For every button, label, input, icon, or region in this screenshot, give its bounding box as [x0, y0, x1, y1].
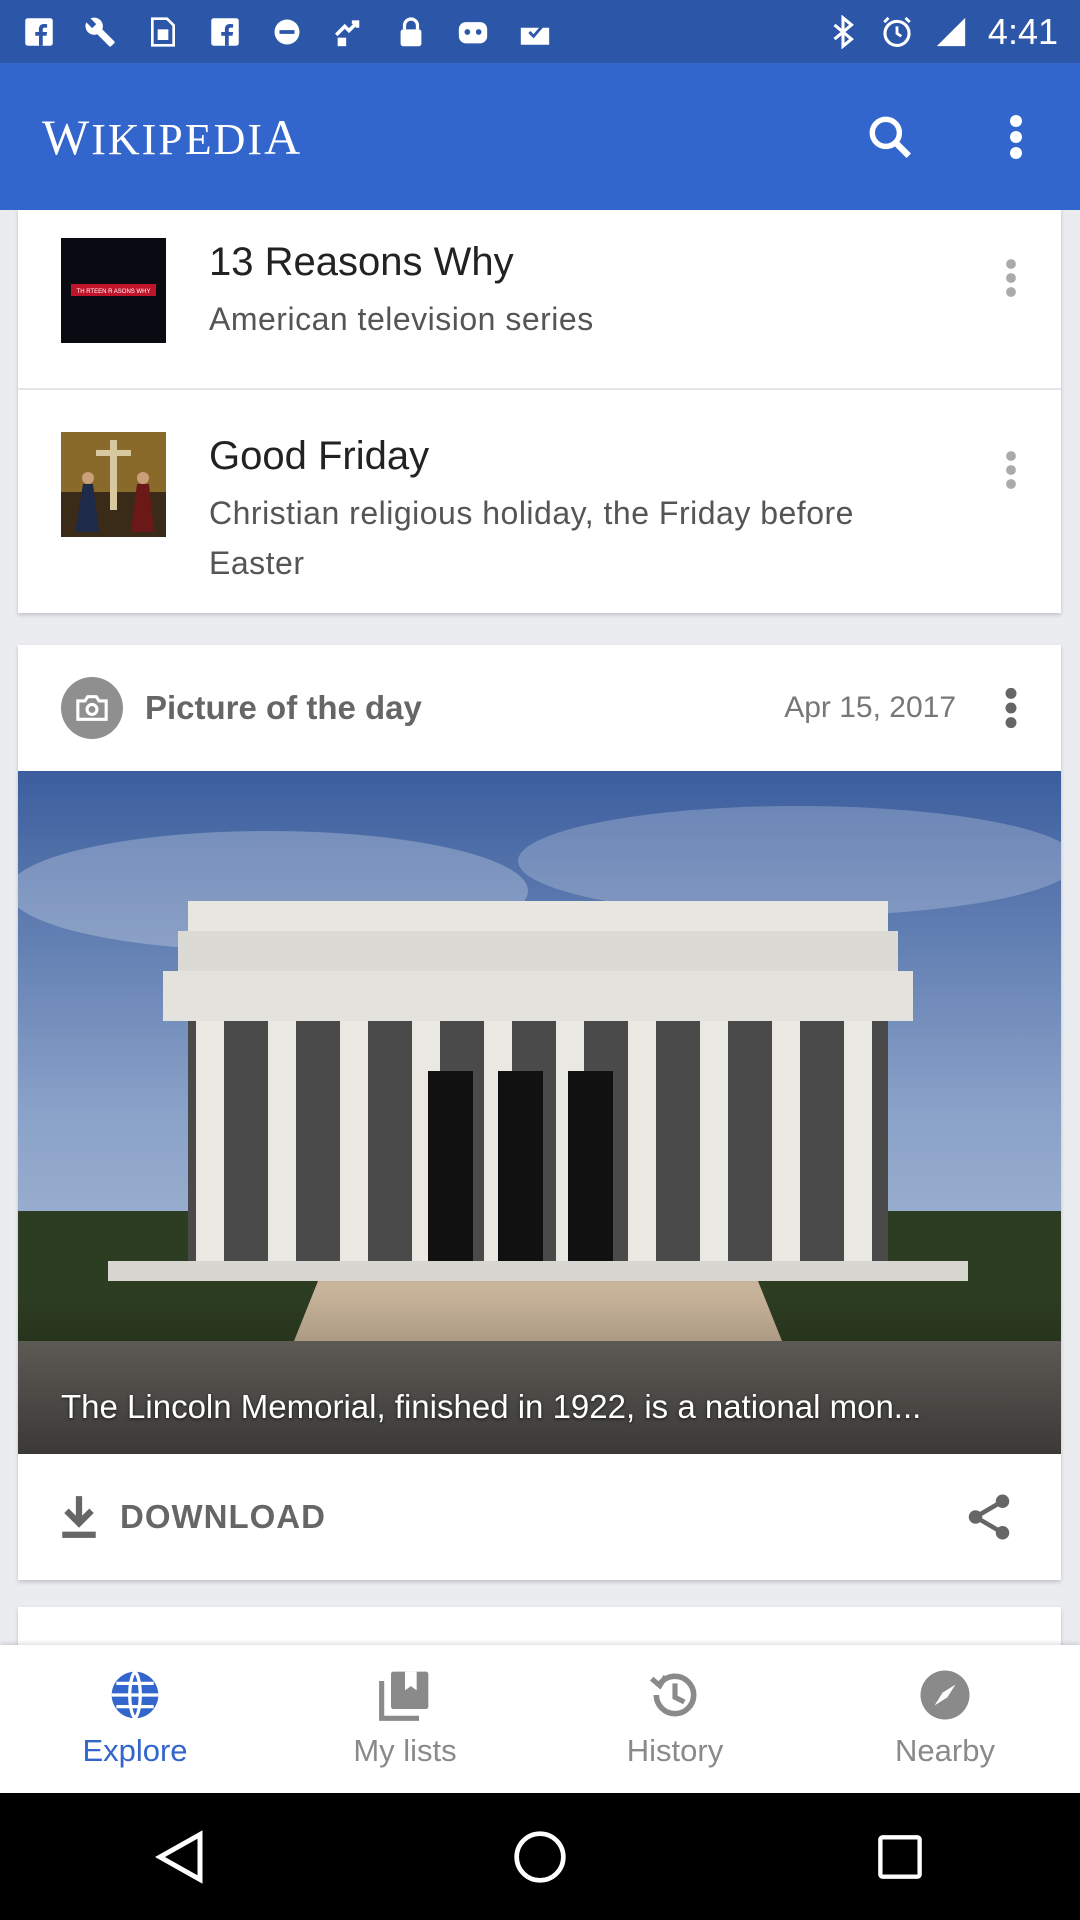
nav-nearby[interactable]: Nearby [810, 1645, 1080, 1793]
facebook-icon [208, 15, 242, 49]
system-status: 4:41 [826, 11, 1058, 53]
recents-icon [878, 1834, 922, 1879]
compass-icon [920, 1670, 970, 1720]
signal-icon [934, 15, 968, 49]
more-vert-icon [1006, 451, 1016, 489]
status-time: 4:41 [987, 10, 1058, 52]
sim-icon [146, 15, 180, 49]
nav-my-lists[interactable]: My lists [270, 1645, 540, 1793]
potd-footer: DOWNLOAD [18, 1454, 1061, 1580]
app-bar: WIKIPEDIA [0, 63, 1080, 210]
back-button[interactable] [140, 1817, 220, 1897]
notification-icons [22, 15, 552, 49]
potd-image[interactable]: The Lincoln Memorial, finished in 1922, … [18, 771, 1061, 1454]
potd-menu-button[interactable] [991, 678, 1031, 738]
potd-caption: The Lincoln Memorial, finished in 1922, … [61, 1388, 922, 1425]
lists-icon [379, 1671, 429, 1721]
history-icon [649, 1673, 697, 1717]
nav-label: Nearby [895, 1733, 995, 1768]
fake-gps-icon [332, 15, 366, 49]
article-title: 13 Reasons Why [209, 240, 514, 284]
more-vert-icon [1005, 687, 1017, 729]
wikipedia-wordmark: WIKIPEDIA [42, 108, 303, 165]
nav-history[interactable]: History [540, 1645, 810, 1793]
search-button[interactable] [862, 109, 918, 165]
inbox-icon [518, 15, 552, 49]
potd-header: Picture of the day Apr 15, 2017 [18, 645, 1061, 771]
article-thumbnail: TH RTEEN R ASONS WHY [61, 238, 166, 343]
bottom-navigation: Explore My lists History Nearby [0, 1645, 1080, 1793]
download-button[interactable]: DOWNLOAD [58, 1494, 326, 1540]
camera-icon [61, 677, 123, 739]
alarm-icon [880, 15, 914, 49]
back-icon [155, 1829, 203, 1884]
more-vert-icon [1010, 115, 1022, 159]
no-disturb-icon [270, 15, 304, 49]
lock-icon [394, 15, 428, 49]
item-menu-button[interactable] [991, 440, 1031, 500]
status-bar: 4:41 [0, 0, 1080, 63]
overflow-menu-button[interactable] [988, 109, 1044, 165]
feed[interactable]: TH RTEEN R ASONS WHY 13 Reasons Why Amer… [0, 210, 1080, 1645]
robot-icon [456, 15, 490, 49]
system-navigation-bar [0, 1793, 1080, 1920]
share-button[interactable] [959, 1487, 1019, 1547]
article-list-card: TH RTEEN R ASONS WHY 13 Reasons Why Amer… [18, 210, 1061, 613]
nav-explore[interactable]: Explore [0, 1645, 270, 1793]
svg-text:TH RTEEN R ASONS WHY: TH RTEEN R ASONS WHY [77, 289, 151, 295]
recents-button[interactable] [860, 1817, 940, 1897]
list-item[interactable]: TH RTEEN R ASONS WHY 13 Reasons Why Amer… [18, 210, 1061, 388]
list-item[interactable]: Good Friday Christian religious holiday,… [18, 390, 1061, 613]
next-card [18, 1607, 1061, 1645]
article-description: American television series [209, 301, 594, 337]
nav-label: My lists [353, 1733, 457, 1768]
picture-of-the-day-card: Picture of the day Apr 15, 2017 The Linc… [18, 645, 1061, 1580]
share-icon [968, 1494, 1010, 1540]
wrench-icon [84, 15, 118, 49]
nav-label: Explore [82, 1733, 188, 1768]
article-description: Christian religious holiday, the Friday … [209, 495, 854, 581]
home-icon [514, 1830, 566, 1883]
facebook-icon [22, 15, 56, 49]
bluetooth-icon [826, 14, 860, 49]
article-thumbnail [61, 432, 166, 537]
download-label: DOWNLOAD [120, 1498, 326, 1535]
potd-date: Apr 15, 2017 [784, 691, 956, 724]
nav-label: History [626, 1733, 724, 1768]
globe-icon [111, 1670, 159, 1720]
search-icon [869, 116, 911, 158]
download-icon [62, 1496, 96, 1538]
article-title: Good Friday [209, 434, 430, 478]
home-button[interactable] [500, 1817, 580, 1897]
more-vert-icon [1006, 259, 1016, 297]
item-menu-button[interactable] [991, 248, 1031, 308]
potd-title: Picture of the day [145, 689, 422, 726]
